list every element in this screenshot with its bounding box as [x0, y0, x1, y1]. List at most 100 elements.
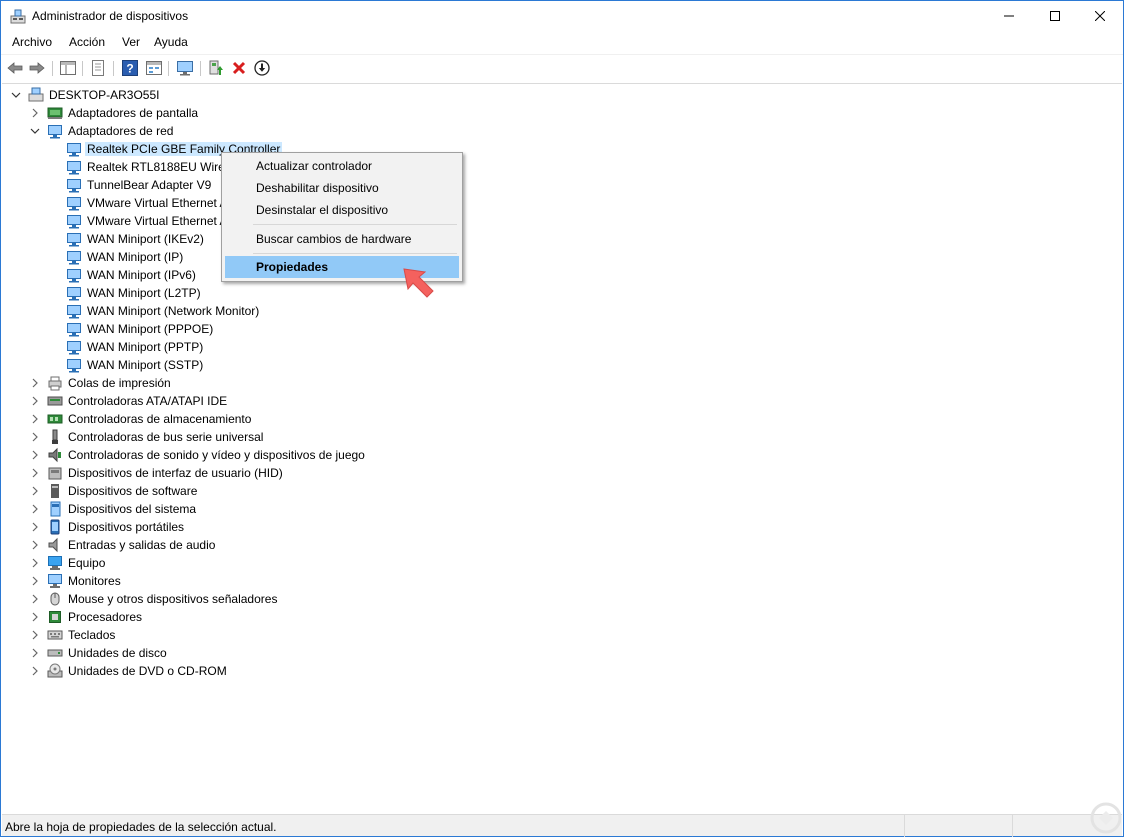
close-button[interactable] — [1077, 1, 1123, 31]
network-icon — [67, 269, 81, 283]
network-icon — [67, 215, 81, 229]
tree-sound-video-game-controllers[interactable]: Controladoras de sonido y vídeo y dispos… — [2, 446, 1112, 464]
view-button[interactable] — [145, 59, 163, 77]
menu-archivo[interactable]: Archivo — [12, 35, 52, 49]
tree-audio-inputs-outputs-label: Entradas y salidas de audio — [68, 538, 216, 552]
expand-chevron-icon[interactable] — [30, 432, 40, 442]
menu-update-driver[interactable]: Actualizar controlador — [225, 155, 459, 177]
expand-chevron-icon[interactable] — [30, 666, 40, 676]
tree-network-adapter-item[interactable]: WAN Miniport (IPv6) — [2, 266, 1112, 284]
software-icon — [51, 484, 59, 498]
collapse-chevron-icon[interactable] — [11, 90, 21, 100]
menu-update-driver-label: Actualizar controlador — [256, 159, 373, 173]
forward-button[interactable] — [28, 59, 46, 77]
tree-network-adapter-item-label: TunnelBear Adapter V9 — [87, 178, 212, 192]
tree-network-adapter-item-label: WAN Miniport (PPPOE) — [87, 322, 214, 336]
menu-uninstall-device-label: Desinstalar el dispositivo — [256, 203, 389, 217]
menu-ayuda[interactable]: Ayuda — [154, 35, 188, 49]
update-driver-button[interactable] — [207, 59, 225, 77]
tree-network-adapter-item[interactable]: WAN Miniport (L2TP) — [2, 284, 1112, 302]
expand-chevron-icon[interactable] — [30, 540, 40, 550]
expand-chevron-icon[interactable] — [30, 630, 40, 640]
tree-network-adapter-item[interactable]: Realtek RTL8188EU Wireles — [2, 158, 1112, 176]
tree-network-adapter-item[interactable]: TunnelBear Adapter V9 — [2, 176, 1112, 194]
expand-chevron-icon[interactable] — [30, 558, 40, 568]
tree-software-devices[interactable]: Dispositivos de software — [2, 482, 1112, 500]
properties-button[interactable] — [89, 59, 107, 77]
expand-chevron-icon[interactable] — [30, 108, 40, 118]
minimize-button[interactable] — [986, 1, 1032, 31]
menu-uninstall-device[interactable]: Desinstalar el dispositivo — [225, 199, 459, 221]
tree-network-adapter-item[interactable]: VMware Virtual Ethernet A — [2, 194, 1112, 212]
uninstall-button[interactable] — [230, 59, 248, 77]
tree-print-queues-label: Colas de impresión — [68, 376, 171, 390]
tree-keyboards-label: Teclados — [68, 628, 116, 642]
expand-chevron-icon[interactable] — [30, 450, 40, 460]
tree-network-adapters[interactable]: Adaptadores de red — [2, 122, 1112, 140]
help-button[interactable]: ? — [121, 59, 139, 77]
expand-chevron-icon[interactable] — [30, 576, 40, 586]
back-button[interactable] — [6, 59, 24, 77]
tree-network-adapter-item[interactable]: WAN Miniport (Network Monitor) — [2, 302, 1112, 320]
expand-chevron-icon[interactable] — [30, 414, 40, 424]
tree-print-queues[interactable]: Colas de impresión — [2, 374, 1112, 392]
tree-root-computer[interactable]: DESKTOP-AR3O55I — [2, 86, 1112, 104]
system-icon — [50, 501, 61, 517]
expand-chevron-icon[interactable] — [30, 594, 40, 604]
expand-chevron-icon[interactable] — [30, 522, 40, 532]
tree-keyboards[interactable]: Teclados — [2, 626, 1112, 644]
tree-display-adapters[interactable]: Adaptadores de pantalla — [2, 104, 1112, 122]
expand-chevron-icon[interactable] — [30, 396, 40, 406]
uninstall-icon — [232, 61, 246, 75]
show-hide-tree-button[interactable] — [59, 59, 77, 77]
tree-network-adapters-label: Adaptadores de red — [68, 124, 174, 138]
maximize-button[interactable] — [1032, 1, 1078, 31]
tree-audio-inputs-outputs[interactable]: Entradas y salidas de audio — [2, 536, 1112, 554]
network-icon — [67, 161, 81, 175]
tree-disk-drives-label: Unidades de disco — [68, 646, 167, 660]
tree-monitors[interactable]: Monitores — [2, 572, 1112, 590]
tree-processors[interactable]: Procesadores — [2, 608, 1112, 626]
tree-portable-devices[interactable]: Dispositivos portátiles — [2, 518, 1112, 536]
expand-chevron-icon[interactable] — [30, 612, 40, 622]
tree-system-devices[interactable]: Dispositivos del sistema — [2, 500, 1112, 518]
tree-network-adapter-item[interactable]: WAN Miniport (SSTP) — [2, 356, 1112, 374]
tree-network-adapter-item[interactable]: WAN Miniport (IP) — [2, 248, 1112, 266]
tree-dvd-cdrom-drives[interactable]: Unidades de DVD o CD-ROM — [2, 662, 1112, 680]
expand-chevron-icon[interactable] — [30, 468, 40, 478]
tree-network-adapter-item[interactable]: WAN Miniport (IKEv2) — [2, 230, 1112, 248]
menu-accion[interactable]: Acción — [69, 35, 105, 49]
tree-display-adapters-label: Adaptadores de pantalla — [68, 106, 199, 120]
download-button[interactable] — [253, 59, 271, 77]
tree-mice-pointing-devices[interactable]: Mouse y otros dispositivos señaladores — [2, 590, 1112, 608]
tree-ata-atapi-controllers[interactable]: Controladoras ATA/ATAPI IDE — [2, 392, 1112, 410]
device-tree[interactable]: DESKTOP-AR3O55I Adaptadores de pantalla Ad… — [2, 83, 1122, 812]
device-manager-window: Administrador de dispositivos Archivo Ac… — [0, 0, 1124, 837]
tree-network-adapter-item[interactable]: WAN Miniport (PPPOE) — [2, 320, 1112, 338]
tree-usb-controllers[interactable]: Controladoras de bus serie universal — [2, 428, 1112, 446]
tree-network-adapter-item-label: WAN Miniport (IKEv2) — [87, 232, 204, 246]
tree-network-adapter-item-label: WAN Miniport (Network Monitor) — [87, 304, 260, 318]
expand-chevron-icon[interactable] — [30, 486, 40, 496]
ide-icon — [47, 396, 63, 406]
tree-dvd-cdrom-drives-label: Unidades de DVD o CD-ROM — [68, 664, 227, 678]
view-icon — [146, 61, 162, 75]
menu-ver[interactable]: Ver — [122, 35, 140, 49]
tree-computer-label: Equipo — [68, 556, 106, 570]
menu-scan-hardware[interactable]: Buscar cambios de hardware — [225, 228, 459, 250]
monitor-button[interactable] — [176, 59, 194, 77]
expand-chevron-icon[interactable] — [30, 504, 40, 514]
tree-root-computer-label: DESKTOP-AR3O55I — [49, 88, 160, 102]
tree-hid-devices[interactable]: Dispositivos de interfaz de usuario (HID… — [2, 464, 1112, 482]
tree-computer[interactable]: Equipo — [2, 554, 1112, 572]
menu-disable-device[interactable]: Deshabilitar dispositivo — [225, 177, 459, 199]
tree-network-adapter-item-label: WAN Miniport (PPTP) — [87, 340, 204, 354]
tree-network-adapter-item[interactable]: Realtek PCIe GBE Family Controller — [2, 140, 1112, 158]
tree-network-adapter-item[interactable]: WAN Miniport (PPTP) — [2, 338, 1112, 356]
tree-network-adapter-item[interactable]: VMware Virtual Ethernet A — [2, 212, 1112, 230]
tree-storage-controllers[interactable]: Controladoras de almacenamiento — [2, 410, 1112, 428]
tree-disk-drives[interactable]: Unidades de disco — [2, 644, 1112, 662]
collapse-chevron-icon[interactable] — [30, 126, 40, 136]
expand-chevron-icon[interactable] — [30, 648, 40, 658]
expand-chevron-icon[interactable] — [30, 378, 40, 388]
